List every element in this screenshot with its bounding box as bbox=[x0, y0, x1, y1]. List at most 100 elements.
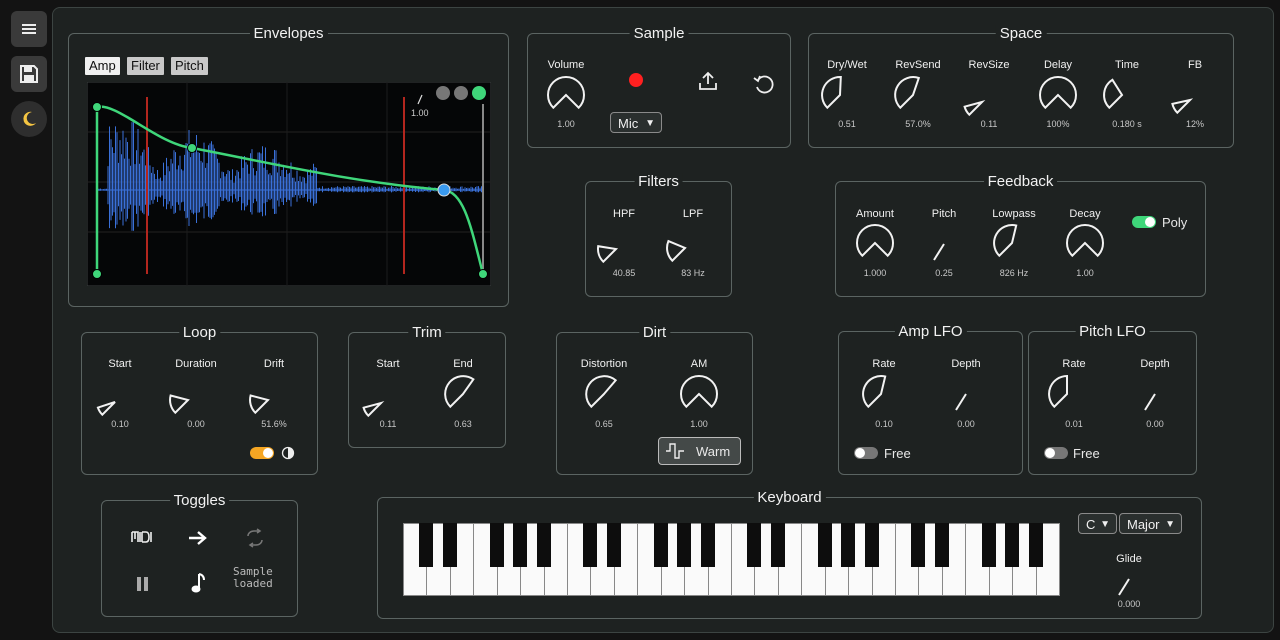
theme-toggle-button[interactable] bbox=[11, 101, 47, 137]
tab-amp[interactable]: Amp bbox=[85, 57, 120, 75]
piano-keyboard[interactable] bbox=[403, 523, 1060, 596]
amp-lfo-rate-value: 0.10 bbox=[875, 419, 893, 429]
envelope-node-selected[interactable] bbox=[437, 183, 451, 197]
save-button[interactable] bbox=[11, 56, 47, 92]
lowpass-knob[interactable] bbox=[990, 221, 1034, 265]
black-key[interactable] bbox=[841, 523, 856, 567]
loop-start-knob[interactable] bbox=[93, 380, 137, 424]
loop-title: Loop bbox=[178, 324, 221, 342]
repeat-icon[interactable] bbox=[244, 528, 266, 548]
loop-toggle[interactable] bbox=[250, 447, 274, 459]
black-key[interactable] bbox=[513, 523, 528, 567]
amount-knob[interactable] bbox=[853, 221, 897, 265]
black-key[interactable] bbox=[606, 523, 621, 567]
dirt-panel: Dirt Distortion 0.65 AM 1.00 Warm bbox=[556, 324, 753, 475]
amp-lfo-free-toggle[interactable] bbox=[854, 447, 878, 459]
menu-button[interactable] bbox=[11, 11, 47, 47]
distortion-knob[interactable] bbox=[582, 372, 626, 416]
black-key[interactable] bbox=[489, 523, 504, 567]
distortion-value: 0.65 bbox=[595, 419, 613, 429]
filters-panel: Filters HPF 40.85 LPF 83 Hz bbox=[585, 173, 732, 297]
envelope-node[interactable] bbox=[187, 143, 197, 153]
record-icon[interactable] bbox=[628, 72, 644, 88]
black-key[interactable] bbox=[419, 523, 434, 567]
space-panel: Space Dry/Wet 0.51 RevSend 57.0% RevSize… bbox=[808, 25, 1234, 148]
black-key[interactable] bbox=[1005, 523, 1020, 567]
drywet-knob[interactable] bbox=[818, 73, 862, 117]
root-note-select[interactable]: C ▼ bbox=[1078, 513, 1117, 534]
trim-end-value: 0.63 bbox=[454, 419, 472, 429]
preset-dot[interactable] bbox=[436, 86, 450, 100]
glide-knob[interactable] bbox=[1115, 575, 1135, 599]
amp-lfo-depth-knob[interactable] bbox=[952, 390, 972, 414]
dirt-title: Dirt bbox=[638, 324, 671, 342]
black-key[interactable] bbox=[770, 523, 785, 567]
music-note-icon[interactable] bbox=[190, 572, 206, 594]
time-knob[interactable] bbox=[1100, 73, 1144, 117]
scale-value: Major bbox=[1127, 517, 1160, 532]
delay-knob[interactable] bbox=[1036, 73, 1080, 117]
black-key[interactable] bbox=[934, 523, 949, 567]
black-key[interactable] bbox=[1028, 523, 1043, 567]
fb-value: 12% bbox=[1185, 119, 1205, 129]
trim-end-knob[interactable] bbox=[441, 372, 485, 416]
upload-icon[interactable] bbox=[697, 70, 719, 92]
pitch-lfo-depth-value: 0.00 bbox=[1146, 419, 1164, 429]
black-key[interactable] bbox=[583, 523, 598, 567]
time-value: 0.180 s bbox=[1112, 119, 1142, 129]
envelope-node[interactable] bbox=[92, 269, 102, 279]
black-key[interactable] bbox=[981, 523, 996, 567]
black-key[interactable] bbox=[536, 523, 551, 567]
poly-label: Poly bbox=[1162, 215, 1188, 230]
pitch-lfo-depth-knob[interactable] bbox=[1141, 390, 1161, 414]
trim-panel: Trim Start 0.11 End 0.63 bbox=[348, 324, 506, 448]
sample-title: Sample bbox=[629, 25, 689, 43]
hpf-label: HPF bbox=[613, 208, 635, 220]
pitch-lfo-free-toggle[interactable] bbox=[1044, 447, 1068, 459]
amount-label: Amount bbox=[856, 208, 894, 220]
revsize-knob[interactable] bbox=[960, 80, 1004, 124]
preset-dot-active[interactable] bbox=[472, 86, 486, 100]
drift-knob[interactable] bbox=[246, 378, 290, 422]
decay-knob[interactable] bbox=[1063, 221, 1107, 265]
preset-dot[interactable] bbox=[454, 86, 468, 100]
black-key[interactable] bbox=[747, 523, 762, 567]
envelope-node[interactable] bbox=[478, 269, 488, 279]
tab-pitch[interactable]: Pitch bbox=[171, 57, 208, 75]
pitch-lfo-rate-knob[interactable] bbox=[1045, 372, 1089, 416]
pitch-lfo-free-label: Free bbox=[1073, 446, 1100, 461]
arrow-right-icon[interactable] bbox=[188, 530, 208, 546]
am-label: AM bbox=[690, 358, 708, 370]
warm-button[interactable]: Warm bbox=[658, 437, 741, 465]
undo-icon[interactable] bbox=[752, 72, 776, 96]
hpf-knob[interactable] bbox=[594, 227, 638, 271]
poly-toggle[interactable] bbox=[1132, 216, 1156, 228]
scale-select[interactable]: Major ▼ bbox=[1119, 513, 1182, 534]
envelope-node[interactable] bbox=[92, 102, 102, 112]
fb-pitch-knob[interactable] bbox=[930, 240, 950, 264]
black-key[interactable] bbox=[864, 523, 879, 567]
pause-icon[interactable] bbox=[135, 575, 151, 593]
revsend-knob[interactable] bbox=[891, 73, 935, 117]
black-key[interactable] bbox=[653, 523, 668, 567]
black-key[interactable] bbox=[700, 523, 715, 567]
black-key[interactable] bbox=[911, 523, 926, 567]
envelope-editor[interactable]: 1.00 bbox=[87, 82, 491, 286]
am-knob[interactable] bbox=[677, 372, 721, 416]
duration-knob[interactable] bbox=[166, 378, 210, 422]
lpf-knob[interactable] bbox=[663, 226, 707, 270]
black-key[interactable] bbox=[817, 523, 832, 567]
black-key[interactable] bbox=[442, 523, 457, 567]
volume-knob[interactable] bbox=[544, 73, 588, 117]
midi-icon[interactable] bbox=[131, 530, 153, 544]
am-value: 1.00 bbox=[690, 419, 708, 429]
amp-lfo-rate-knob[interactable] bbox=[859, 372, 903, 416]
half-circle-icon[interactable] bbox=[281, 446, 295, 460]
tab-filter[interactable]: Filter bbox=[127, 57, 164, 75]
black-key[interactable] bbox=[677, 523, 692, 567]
hpf-value: 40.85 bbox=[612, 268, 636, 278]
fb-knob[interactable] bbox=[1168, 78, 1212, 122]
source-select[interactable]: Mic ▼ bbox=[610, 112, 662, 133]
volume-label: Volume bbox=[547, 59, 585, 71]
amp-lfo-depth-label: Depth bbox=[951, 358, 981, 370]
